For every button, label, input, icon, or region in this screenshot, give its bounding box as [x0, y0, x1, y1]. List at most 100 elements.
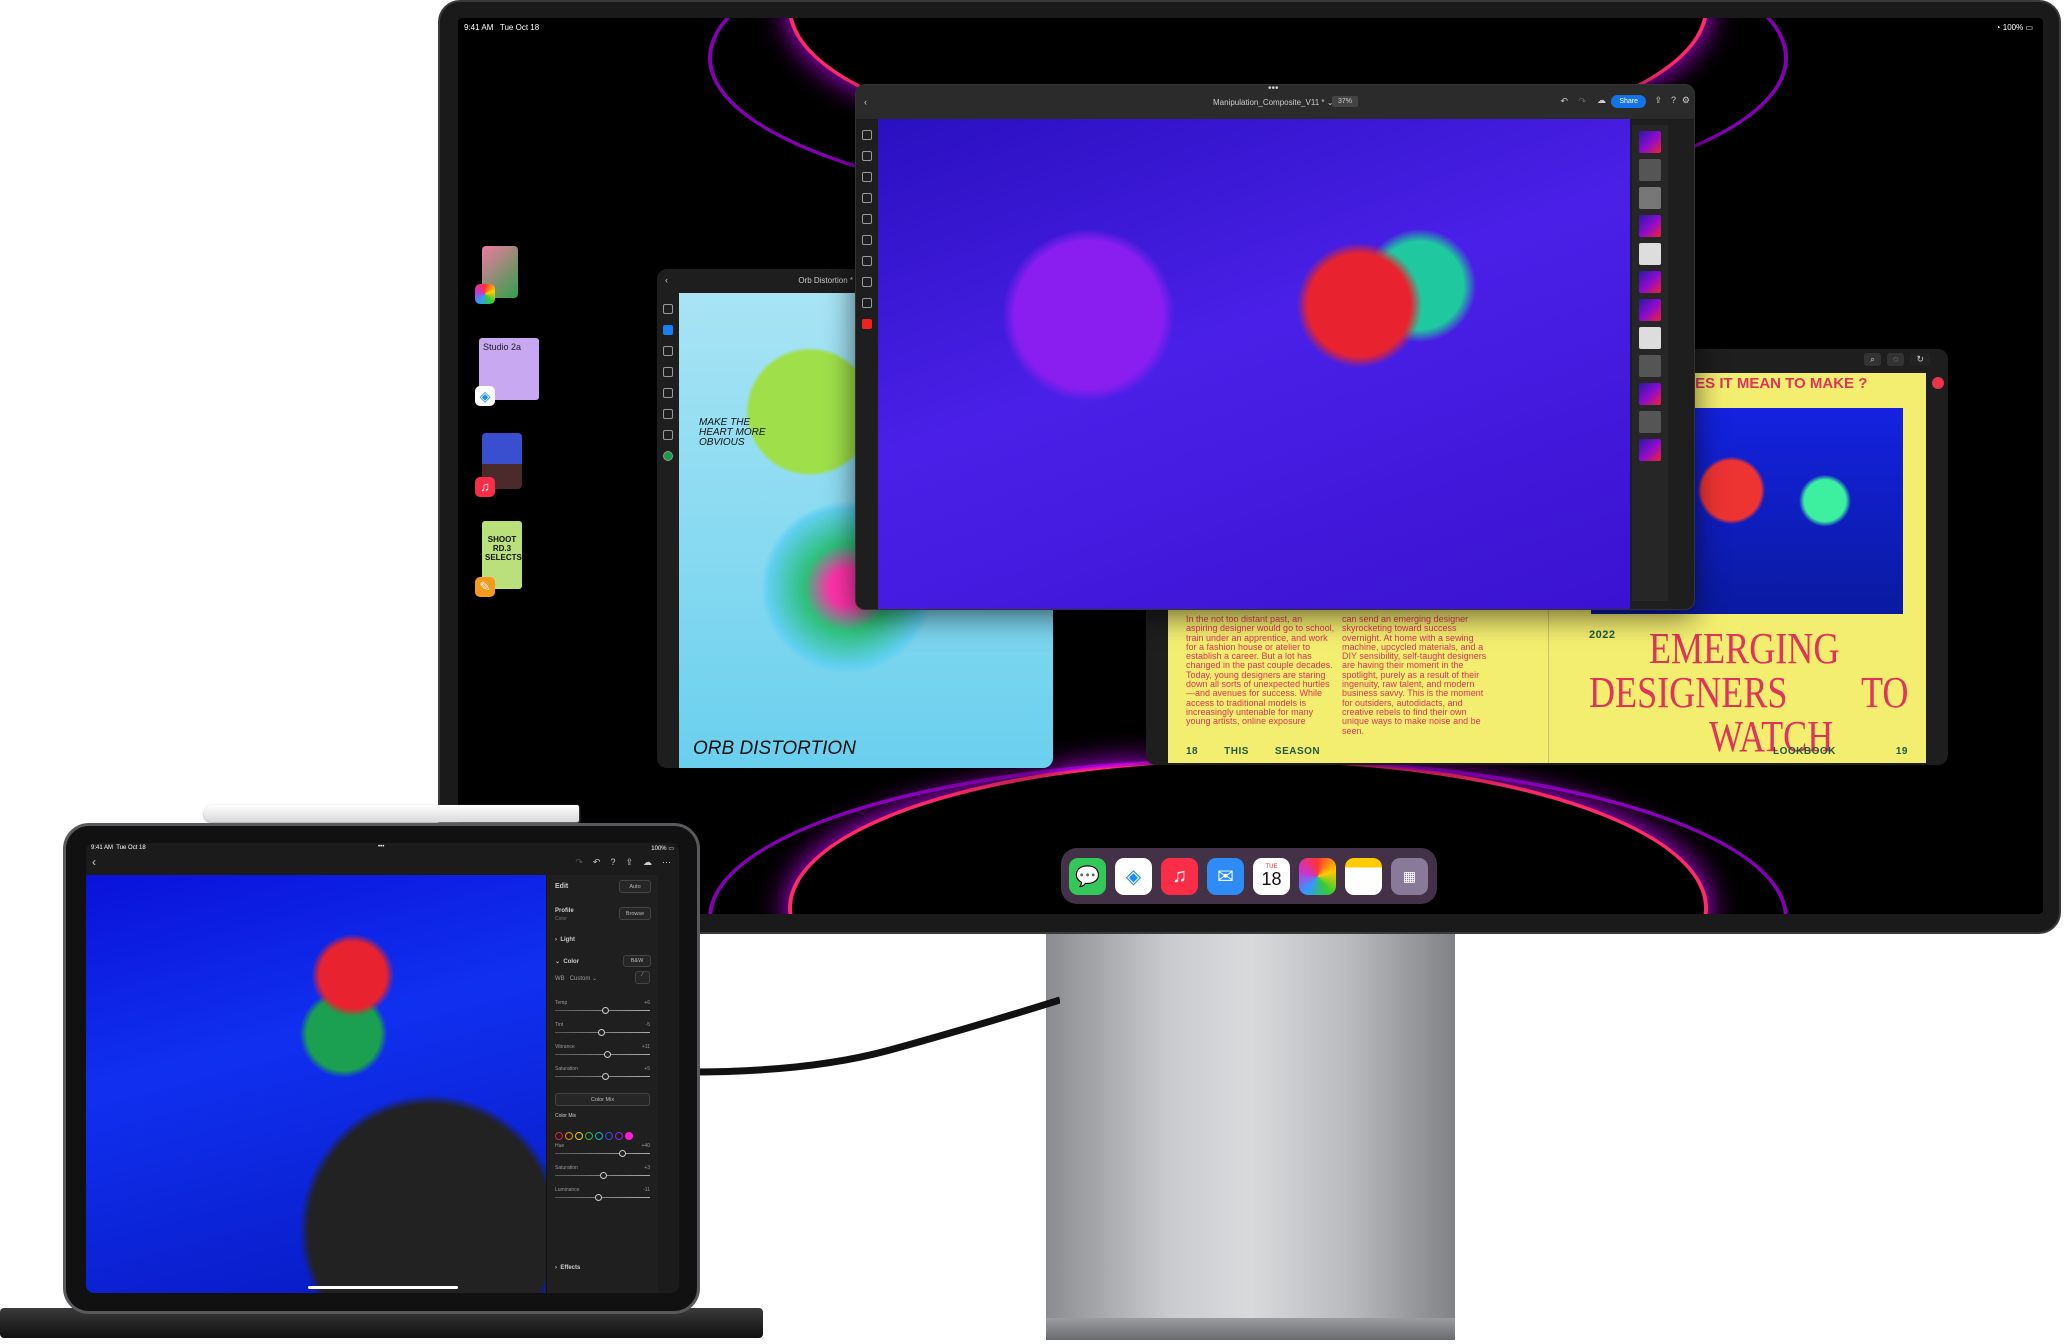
lasso-tool-icon[interactable]: [862, 172, 872, 182]
layer-thumbnail[interactable]: [1639, 355, 1661, 377]
eraser-icon[interactable]: [663, 367, 673, 377]
zoom-level[interactable]: 37%: [1332, 96, 1359, 107]
calendar-icon[interactable]: TUE 18: [1253, 857, 1290, 895]
color-mix-button[interactable]: Color Mix: [555, 1093, 650, 1106]
select-tool-icon[interactable]: [862, 151, 872, 161]
multitask-dots-icon[interactable]: •••: [378, 844, 384, 850]
layer-thumbnail[interactable]: [1639, 383, 1661, 405]
slider-knob[interactable]: [597, 1029, 605, 1036]
slider-knob[interactable]: [602, 1007, 610, 1014]
color-swatch[interactable]: [555, 1132, 563, 1140]
music-icon[interactable]: ♫: [1161, 857, 1198, 895]
document-title[interactable]: Manipulation_Composite_V11 * ⌄: [1213, 98, 1333, 107]
back-icon[interactable]: ‹: [92, 855, 96, 869]
clone-tool-icon[interactable]: [862, 256, 872, 266]
color-swatch[interactable]: [625, 1132, 633, 1140]
undo-icon[interactable]: ↶: [1560, 96, 1568, 107]
notes-icon[interactable]: [1345, 857, 1382, 895]
stage-thumb-pages[interactable]: SHOOT RD.3 SELECTS ✎: [475, 521, 525, 611]
color-swatch[interactable]: [595, 1132, 603, 1140]
vector-brush-icon[interactable]: [663, 346, 673, 356]
color-swatch[interactable]: [615, 1132, 623, 1140]
cloud-icon[interactable]: ☁: [1597, 95, 1606, 106]
color-swatch[interactable]: [585, 1132, 593, 1140]
color-swatch[interactable]: [565, 1132, 573, 1140]
eyedropper-icon[interactable]: ⁄: [635, 971, 650, 984]
slider-tint[interactable]: [555, 1029, 650, 1036]
zoom-tool-icon[interactable]: ⌕: [1864, 353, 1882, 366]
layer-thumbnail[interactable]: [1639, 159, 1661, 181]
slider-knob[interactable]: [604, 1051, 612, 1058]
lasso-tool-icon[interactable]: ◌: [1887, 353, 1905, 366]
stage-thumb-music[interactable]: ♫: [475, 433, 525, 521]
app-library-icon[interactable]: ▦: [1391, 857, 1428, 895]
light-section[interactable]: › Light: [555, 937, 575, 943]
layer-thumbnail[interactable]: [1639, 131, 1661, 153]
photoshop-canvas[interactable]: [878, 119, 1630, 609]
photoshop-window[interactable]: ••• ‹ Manipulation_Composite_V11 * ⌄ 37%…: [855, 84, 1695, 610]
color-swatch[interactable]: [663, 451, 673, 461]
move-tool-icon[interactable]: [862, 130, 872, 140]
slider-knob[interactable]: [594, 1194, 602, 1201]
more-icon[interactable]: ⋯: [662, 857, 671, 868]
bw-button[interactable]: B&W: [623, 955, 651, 967]
back-icon[interactable]: ‹: [864, 97, 867, 107]
slider-saturation[interactable]: [555, 1172, 650, 1179]
redo-icon[interactable]: ↷: [1578, 96, 1586, 107]
back-icon[interactable]: ‹: [665, 275, 668, 285]
slider-luminance[interactable]: [555, 1194, 650, 1201]
mail-icon[interactable]: ✉: [1207, 857, 1244, 895]
brush-color-icon[interactable]: [1932, 377, 1944, 389]
safari-icon[interactable]: ◈: [1115, 857, 1152, 895]
type-tool-icon[interactable]: [862, 298, 872, 308]
slider-vibrance[interactable]: [555, 1051, 650, 1058]
share-icon[interactable]: ⇪: [625, 857, 633, 868]
layer-thumbnail[interactable]: [1639, 439, 1661, 461]
redo-icon[interactable]: ↷: [575, 857, 583, 868]
share-button[interactable]: Share: [1611, 95, 1646, 108]
move-icon[interactable]: [663, 409, 673, 419]
layer-thumbnail[interactable]: [1639, 243, 1661, 265]
wb-row[interactable]: WB Custom ⌄: [555, 975, 597, 982]
multitask-dots-icon[interactable]: •••: [1268, 85, 1279, 94]
auto-button[interactable]: Auto: [619, 880, 651, 893]
eraser-tool-icon[interactable]: [862, 214, 872, 224]
layer-thumbnail[interactable]: [1639, 327, 1661, 349]
stage-thumb-photos[interactable]: [475, 246, 525, 338]
settings-icon[interactable]: ⚙: [1682, 95, 1690, 106]
slider-knob[interactable]: [602, 1073, 610, 1080]
crop-tool-icon[interactable]: [862, 277, 872, 287]
color-swatch[interactable]: [605, 1132, 613, 1140]
browse-button[interactable]: Browse: [619, 907, 651, 920]
messages-icon[interactable]: 💬: [1069, 857, 1106, 895]
slider-knob[interactable]: [600, 1172, 608, 1179]
effects-section[interactable]: › Effects: [555, 1265, 580, 1271]
slider-temp[interactable]: [555, 1007, 650, 1014]
lightroom-photo[interactable]: [86, 875, 546, 1293]
color-swatch[interactable]: [575, 1132, 583, 1140]
export-icon[interactable]: ⇪: [1654, 95, 1662, 106]
brush-tool-icon[interactable]: [862, 193, 872, 203]
slider-knob[interactable]: [618, 1150, 626, 1157]
rotate-tool-icon[interactable]: ↻: [1910, 353, 1930, 366]
layer-thumbnail[interactable]: [1639, 271, 1661, 293]
fill-tool-icon[interactable]: [862, 235, 872, 245]
layer-thumbnail[interactable]: [1639, 187, 1661, 209]
foreground-color[interactable]: [862, 319, 872, 329]
color-section[interactable]: ⌄ Color: [555, 958, 579, 965]
lasso-icon[interactable]: [663, 430, 673, 440]
live-brush-icon[interactable]: [663, 325, 673, 335]
photos-icon[interactable]: [1299, 857, 1336, 895]
slider-saturation[interactable]: [555, 1073, 650, 1080]
pixel-brush-icon[interactable]: [663, 304, 673, 314]
home-indicator[interactable]: [308, 1286, 458, 1289]
cloud-icon[interactable]: ☁: [643, 857, 652, 868]
layer-thumbnail[interactable]: [1639, 215, 1661, 237]
stage-thumb-safari[interactable]: Studio 2a ◈: [475, 338, 539, 433]
help-icon[interactable]: ?: [610, 857, 615, 868]
slider-hue[interactable]: [555, 1150, 650, 1157]
smudge-icon[interactable]: [663, 388, 673, 398]
layer-thumbnail[interactable]: [1639, 299, 1661, 321]
layer-thumbnail[interactable]: [1639, 411, 1661, 433]
help-icon[interactable]: ?: [1671, 95, 1676, 105]
